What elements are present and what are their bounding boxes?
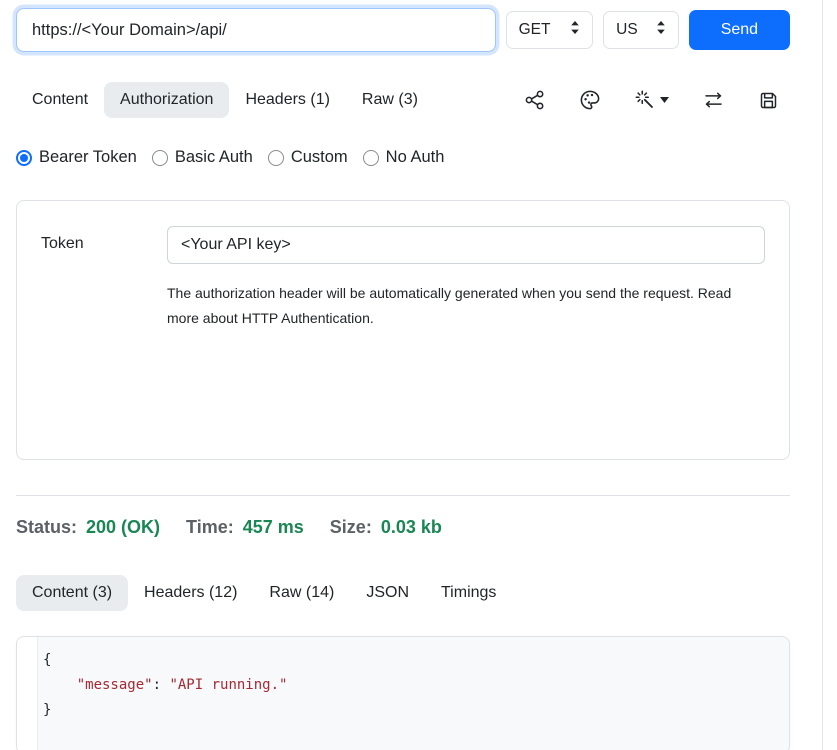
caret-down-icon — [660, 97, 669, 103]
size-value: 0.03 kb — [381, 517, 442, 538]
token-help-text: The authorization header will be automat… — [167, 281, 755, 331]
resp-tab-json[interactable]: JSON — [350, 575, 425, 611]
swap-arrows-icon[interactable] — [702, 89, 725, 111]
auth-option-label: Bearer Token — [39, 148, 137, 167]
palette-icon[interactable] — [579, 89, 601, 111]
region-select-value: US — [616, 21, 638, 39]
auth-option-no-auth[interactable]: No Auth — [363, 148, 445, 167]
code-line: } — [43, 698, 287, 723]
tab-headers[interactable]: Headers (1) — [229, 82, 345, 118]
request-toolbar — [524, 89, 790, 111]
page-right-divider — [822, 0, 823, 750]
status-label: Status: — [16, 517, 77, 538]
resp-tab-content[interactable]: Content (3) — [16, 575, 128, 611]
save-icon[interactable] — [758, 90, 779, 111]
radio-icon — [363, 150, 379, 166]
share-icon[interactable] — [524, 89, 546, 111]
json-value: "API running." — [169, 677, 287, 693]
response-status-bar: Status: 200 (OK) Time: 457 ms Size: 0.03… — [16, 517, 790, 538]
url-input[interactable] — [16, 8, 496, 52]
json-key: "message" — [77, 677, 153, 693]
token-label: Token — [41, 226, 167, 434]
time-group: Time: 457 ms — [186, 517, 304, 538]
code-gutter — [17, 637, 38, 750]
request-tabs: Content Authorization Headers (1) Raw (3… — [16, 82, 790, 118]
section-divider — [16, 495, 790, 496]
json-separator: : — [153, 677, 170, 693]
code-line: { — [43, 648, 287, 673]
time-label: Time: — [186, 517, 234, 538]
request-bar: GET US Send — [16, 0, 790, 52]
region-select[interactable]: US — [603, 11, 679, 49]
code-line: "message": "API running." — [43, 673, 287, 698]
auth-option-label: No Auth — [386, 148, 445, 167]
auth-type-options: Bearer Token Basic Auth Custom No Auth — [16, 148, 790, 167]
api-client-page: GET US Send Content Authorizati — [0, 0, 837, 750]
method-select[interactable]: GET — [506, 11, 594, 49]
select-arrows-icon — [656, 21, 666, 39]
size-label: Size: — [330, 517, 372, 538]
auth-option-bearer[interactable]: Bearer Token — [16, 148, 137, 167]
tab-raw[interactable]: Raw (3) — [346, 82, 434, 118]
radio-icon — [268, 150, 284, 166]
tab-authorization[interactable]: Authorization — [104, 82, 229, 118]
radio-icon — [152, 150, 168, 166]
size-group: Size: 0.03 kb — [330, 517, 442, 538]
token-input[interactable] — [167, 226, 765, 264]
response-tabs: Content (3) Headers (12) Raw (14) JSON T… — [16, 575, 790, 611]
auth-option-label: Basic Auth — [175, 148, 253, 167]
send-button[interactable]: Send — [689, 10, 790, 50]
resp-tab-timings[interactable]: Timings — [425, 575, 512, 611]
radio-checked-icon — [16, 150, 32, 166]
response-json: { "message": "API running." } — [38, 637, 287, 750]
time-value: 457 ms — [243, 517, 304, 538]
method-select-value: GET — [519, 21, 551, 39]
select-arrows-icon — [570, 21, 580, 39]
auth-option-custom[interactable]: Custom — [268, 148, 348, 167]
auth-option-basic[interactable]: Basic Auth — [152, 148, 253, 167]
response-body-panel: { "message": "API running." } — [16, 636, 790, 750]
status-group: Status: 200 (OK) — [16, 517, 160, 538]
tab-content[interactable]: Content — [16, 82, 104, 118]
resp-tab-raw[interactable]: Raw (14) — [253, 575, 350, 611]
bearer-token-panel: Token The authorization header will be a… — [16, 200, 790, 460]
auth-option-label: Custom — [291, 148, 348, 167]
status-value: 200 (OK) — [86, 517, 160, 538]
resp-tab-headers[interactable]: Headers (12) — [128, 575, 253, 611]
magic-wand-icon[interactable] — [634, 89, 669, 111]
